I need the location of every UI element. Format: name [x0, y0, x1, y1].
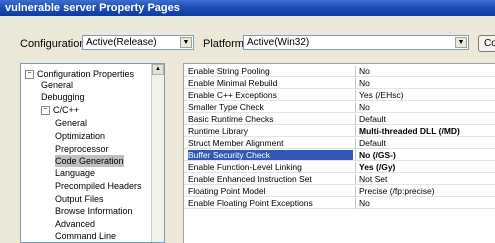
- tree-item-label: Output Files: [55, 194, 104, 204]
- configuration-combo[interactable]: Active(Release) ▼: [82, 35, 194, 50]
- property-row[interactable]: Enable String Pooling No: [184, 66, 495, 77]
- property-row[interactable]: Floating Point Model Precise (/fp:precise…: [184, 186, 495, 197]
- column-divider: [355, 198, 356, 209]
- platform-label: Platform:: [203, 38, 248, 50]
- tree-item-label: Debugging: [41, 92, 85, 102]
- tree-item[interactable]: Browse Information: [55, 205, 133, 217]
- chevron-down-icon[interactable]: ▼: [180, 37, 192, 48]
- tree-item-label: Command Line: [55, 231, 117, 241]
- property-value[interactable]: Yes (/Gy): [359, 162, 495, 172]
- tree-item[interactable]: Precompiled Headers: [55, 180, 142, 192]
- tree-item-label: Language: [55, 168, 96, 178]
- property-row[interactable]: Runtime Library Multi-threaded DLL (/MD): [184, 126, 495, 137]
- property-row[interactable]: Basic Runtime Checks Default: [184, 114, 495, 125]
- tree-item-label: Configuration Properties: [37, 69, 135, 79]
- property-name: Smaller Type Check: [188, 102, 264, 112]
- tree-item[interactable]: General: [41, 79, 73, 91]
- tree-item-label: General: [41, 80, 74, 90]
- column-divider: [355, 174, 356, 185]
- property-row[interactable]: Enable Function-Level Linking Yes (/Gy): [184, 162, 495, 173]
- tree-item[interactable]: General: [55, 117, 87, 129]
- property-value[interactable]: Default: [359, 138, 495, 148]
- tree-scrollbar[interactable]: ▲: [151, 64, 164, 242]
- tree-item[interactable]: − C/C++: [41, 104, 79, 116]
- column-divider: [355, 150, 356, 161]
- window-title: vulnerable server Property Pages: [0, 0, 495, 16]
- configuration-manager-button[interactable]: Co: [478, 35, 495, 52]
- tree-item-label: Code Generation: [55, 156, 124, 166]
- column-divider: [355, 138, 356, 149]
- property-name: Buffer Security Check: [188, 150, 353, 160]
- tree-item-label: General: [55, 118, 88, 128]
- property-row[interactable]: Enable Enhanced Instruction Set Not Set: [184, 174, 495, 185]
- scroll-up-icon[interactable]: ▲: [152, 64, 164, 75]
- tree-item-label: Browse Information: [55, 206, 133, 216]
- collapse-icon[interactable]: −: [41, 106, 50, 116]
- property-name: Struct Member Alignment: [188, 138, 284, 148]
- column-divider: [355, 162, 356, 173]
- property-value[interactable]: Yes (/EHsc): [359, 90, 495, 100]
- property-name: Enable String Pooling: [188, 66, 270, 76]
- column-divider: [355, 102, 356, 113]
- chevron-down-icon[interactable]: ▼: [455, 37, 467, 48]
- configuration-bar: Configuration: Active(Release) ▼ Platfor…: [0, 33, 495, 57]
- property-name: Enable C++ Exceptions: [188, 90, 277, 100]
- configuration-value: Active(Release): [86, 37, 157, 48]
- property-pages-window: vulnerable server Property Pages Configu…: [0, 0, 495, 243]
- tree-item[interactable]: Debugging: [41, 91, 85, 103]
- property-row[interactable]: Enable Minimal Rebuild No: [184, 78, 495, 89]
- column-divider: [355, 126, 356, 137]
- tree-item[interactable]: Preprocessor: [55, 143, 109, 155]
- tree-item[interactable]: Optimization: [55, 130, 105, 142]
- configuration-label: Configuration:: [20, 38, 89, 50]
- tree-item[interactable]: Command Line: [55, 230, 116, 242]
- property-name: Enable Minimal Rebuild: [188, 78, 278, 88]
- tree-item-label: Precompiled Headers: [55, 181, 142, 191]
- property-name: Runtime Library: [188, 126, 248, 136]
- property-row[interactable]: Enable C++ Exceptions Yes (/EHsc): [184, 90, 495, 101]
- column-divider: [355, 78, 356, 89]
- property-name: Enable Enhanced Instruction Set: [188, 174, 312, 184]
- property-row[interactable]: Smaller Type Check No: [184, 102, 495, 113]
- tree-item[interactable]: Advanced: [55, 218, 95, 230]
- property-name: Floating Point Model: [188, 186, 266, 196]
- property-value[interactable]: Default: [359, 114, 495, 124]
- collapse-icon[interactable]: −: [25, 70, 34, 80]
- tree-item-label: Advanced: [55, 219, 96, 229]
- column-divider: [355, 186, 356, 197]
- column-divider: [355, 66, 356, 77]
- property-row[interactable]: Buffer Security Check No (/GS-): [184, 150, 495, 161]
- tree-item-label: C/C++: [53, 105, 80, 115]
- tree-item[interactable]: Language: [55, 167, 95, 179]
- tree-item[interactable]: Output Files: [55, 193, 104, 205]
- property-row[interactable]: Enable Floating Point Exceptions No: [184, 198, 495, 209]
- property-value[interactable]: No (/GS-): [359, 150, 495, 160]
- tree-item-label: Preprocessor: [55, 144, 109, 154]
- property-value[interactable]: Not Set: [359, 174, 495, 184]
- tree-item-label: Optimization: [55, 131, 106, 141]
- property-name: Enable Floating Point Exceptions: [188, 198, 313, 208]
- property-value[interactable]: No: [359, 102, 495, 112]
- property-value[interactable]: No: [359, 198, 495, 208]
- platform-value: Active(Win32): [247, 37, 310, 48]
- property-value[interactable]: No: [359, 78, 495, 88]
- tree-item[interactable]: Code Generation: [55, 155, 124, 167]
- property-value[interactable]: Multi-threaded DLL (/MD): [359, 126, 495, 136]
- property-tree: − Configuration Properties General Debuggin…: [20, 63, 165, 243]
- property-name: Basic Runtime Checks: [188, 114, 274, 124]
- property-value[interactable]: No: [359, 66, 495, 76]
- property-grid: Enable String Pooling No Enable Minimal Re…: [183, 63, 495, 243]
- property-name: Enable Function-Level Linking: [188, 162, 302, 172]
- platform-combo[interactable]: Active(Win32) ▼: [243, 35, 469, 50]
- column-divider: [355, 90, 356, 101]
- property-value[interactable]: Precise (/fp:precise): [359, 186, 495, 196]
- column-divider: [355, 114, 356, 125]
- property-row[interactable]: Struct Member Alignment Default: [184, 138, 495, 149]
